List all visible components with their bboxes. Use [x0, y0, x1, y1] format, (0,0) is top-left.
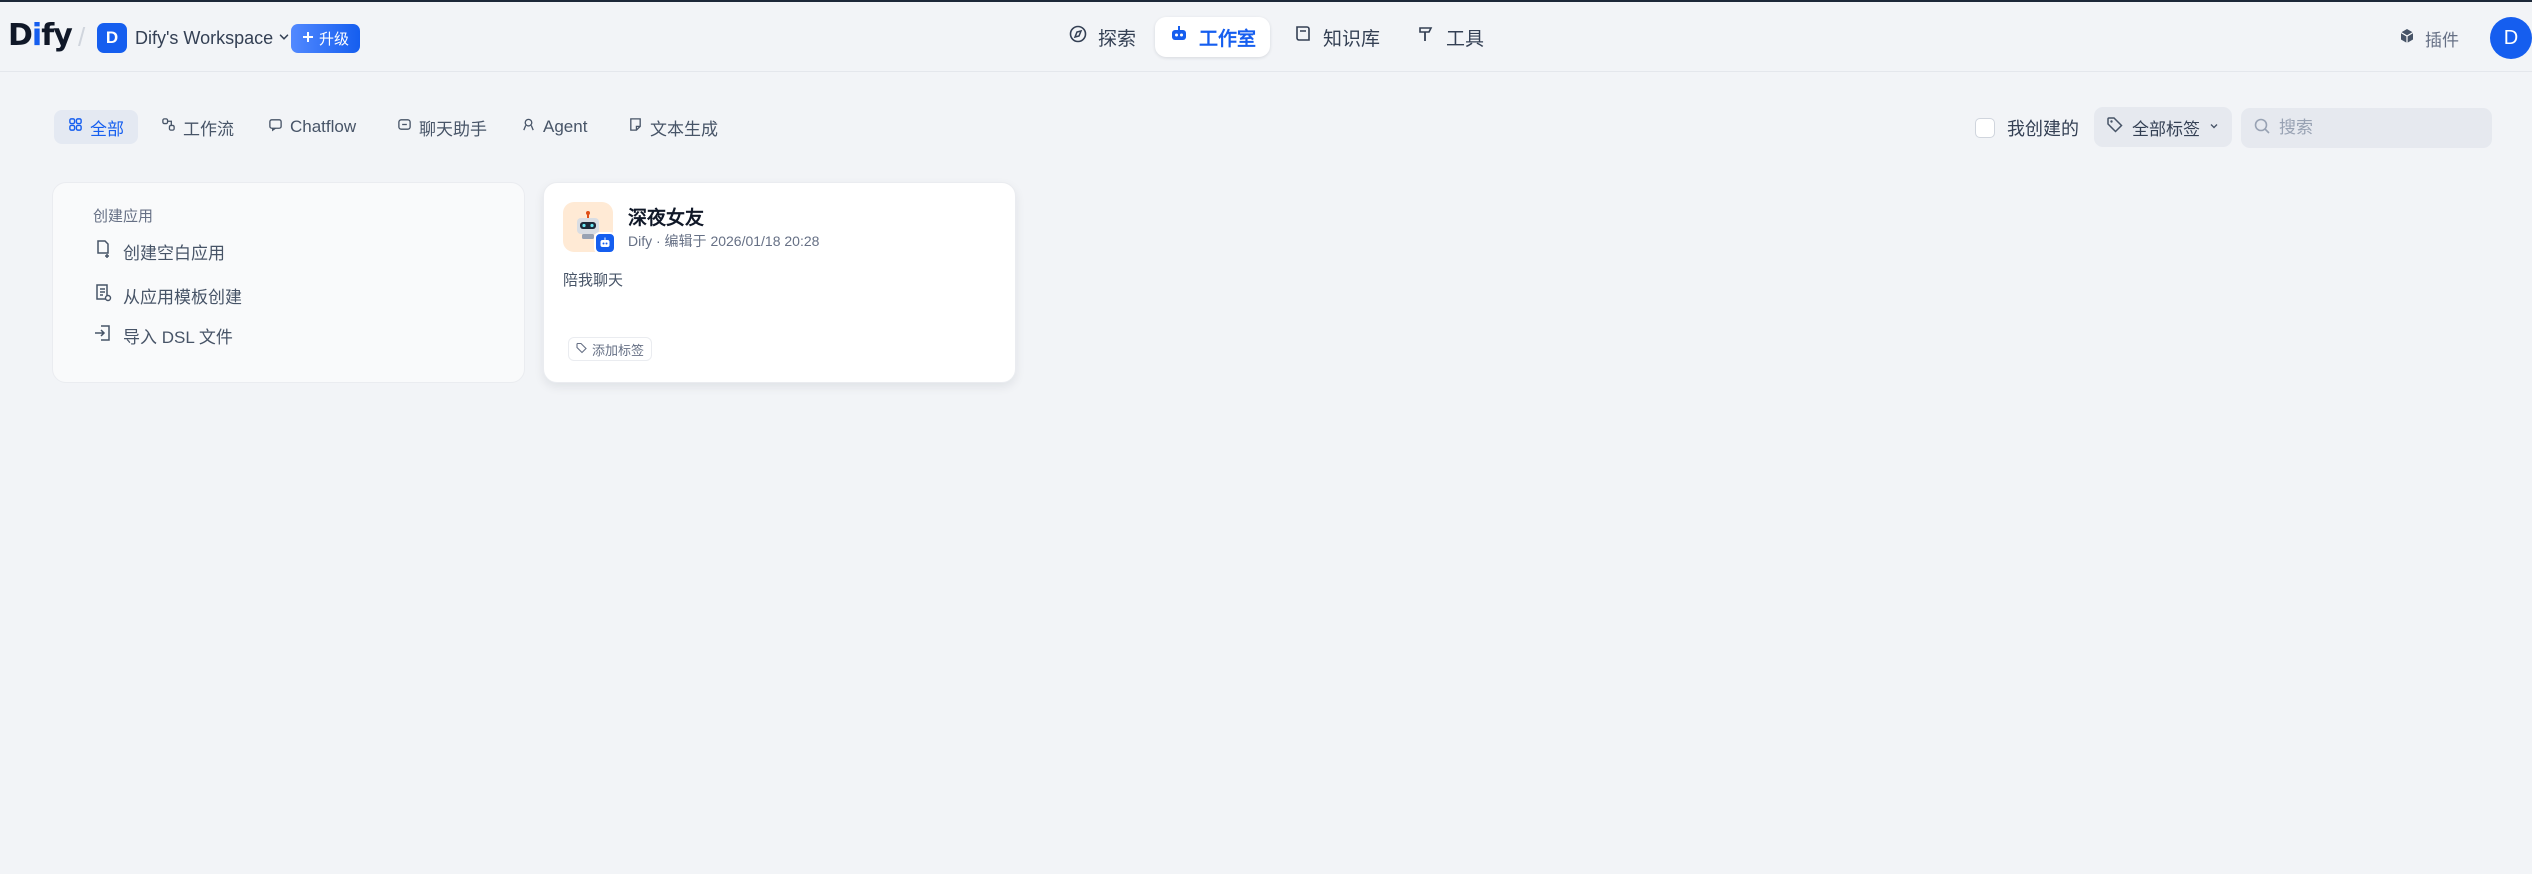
app-meta: Dify · 编辑于 2026/01/18 20:28: [628, 233, 820, 249]
tab-text-generation-label: 文本生成: [650, 119, 718, 139]
book-icon: [1293, 24, 1313, 50]
app-name: 深夜女友: [628, 208, 705, 229]
tab-agent[interactable]: Agent: [507, 110, 601, 144]
nav-tools-label: 工具: [1446, 28, 1485, 50]
tab-all-label: 全部: [90, 119, 124, 139]
sparkle-icon: [302, 30, 314, 47]
workspace-selector[interactable]: Dify's Workspace: [135, 23, 291, 53]
document-icon: [628, 117, 643, 137]
plugins-button[interactable]: 插件: [2398, 23, 2459, 53]
import-dsl-button[interactable]: 导入 DSL 文件: [93, 321, 233, 349]
tab-workflow-label: 工作流: [183, 119, 234, 139]
create-from-template-label: 从应用模板创建: [123, 287, 242, 307]
chat-bubble-icon: [268, 117, 283, 137]
tab-workflow[interactable]: 工作流: [147, 110, 248, 144]
tab-chatflow[interactable]: Chatflow: [254, 110, 370, 144]
create-blank-app-label: 创建空白应用: [123, 243, 225, 263]
agent-icon: [521, 117, 536, 137]
search-input[interactable]: [2279, 118, 2479, 138]
tag-filter-dropdown[interactable]: 全部标签: [2094, 107, 2232, 147]
created-by-me-filter[interactable]: 我创建的: [1975, 115, 2079, 141]
workspace-name: Dify's Workspace: [135, 28, 274, 48]
compass-icon: [1068, 24, 1088, 50]
tab-chatflow-label: Chatflow: [290, 117, 357, 136]
nav-knowledge-label: 知识库: [1323, 28, 1381, 50]
workspace-avatar[interactable]: D: [97, 23, 127, 53]
create-app-title: 创建应用: [93, 208, 154, 225]
app-description: 陪我聊天: [563, 272, 624, 289]
upgrade-label: 升级: [318, 31, 349, 48]
create-app-card: 创建应用 创建空白应用 从应用模板创建 导入 DSL 文件: [52, 182, 525, 383]
create-blank-app-button[interactable]: 创建空白应用: [93, 237, 225, 265]
chat-app-badge-icon: [594, 232, 616, 254]
cube-icon: [2398, 27, 2416, 50]
grid-icon: [68, 117, 83, 137]
created-by-me-label: 我创建的: [2007, 119, 2079, 139]
tab-agent-label: Agent: [543, 117, 588, 136]
nav-studio[interactable]: 工作室: [1155, 17, 1271, 57]
import-dsl-label: 导入 DSL 文件: [123, 327, 233, 347]
top-header: Dify / D Dify's Workspace 升级 探索 工作室 知识库 …: [0, 2, 2532, 72]
nav-knowledge[interactable]: 知识库: [1279, 17, 1394, 57]
chevron-down-icon: [2208, 117, 2220, 137]
create-from-template-button[interactable]: 从应用模板创建: [93, 281, 242, 309]
import-icon: [93, 323, 113, 348]
search-box[interactable]: [2241, 108, 2492, 148]
dify-logo[interactable]: Dify: [8, 16, 73, 56]
tab-chat-assistant[interactable]: 聊天助手: [383, 110, 501, 144]
add-tag-button[interactable]: 添加标签: [568, 337, 653, 361]
breadcrumb-separator: /: [78, 22, 86, 52]
tag-icon: [576, 342, 588, 357]
hammer-icon: [1416, 24, 1436, 50]
chevron-down-icon: [277, 23, 291, 53]
nav-tools[interactable]: 工具: [1402, 17, 1498, 57]
nav-studio-label: 工作室: [1199, 28, 1257, 50]
robot-icon: [1169, 24, 1189, 50]
file-plus-icon: [93, 239, 113, 264]
tab-all[interactable]: 全部: [54, 110, 138, 144]
app-card[interactable]: 深夜女友 Dify · 编辑于 2026/01/18 20:28 陪我聊天 添加…: [543, 182, 1016, 383]
user-avatar[interactable]: D: [2490, 17, 2532, 59]
nav-explore[interactable]: 探索: [1054, 17, 1150, 57]
tab-chat-assistant-label: 聊天助手: [419, 119, 487, 139]
workflow-icon: [161, 117, 176, 137]
tag-icon: [2106, 116, 2124, 139]
upgrade-button[interactable]: 升级: [291, 24, 360, 53]
nav-explore-label: 探索: [1098, 28, 1137, 50]
add-tag-label: 添加标签: [592, 342, 645, 358]
plugins-label: 插件: [2425, 30, 2459, 50]
tab-text-generation[interactable]: 文本生成: [614, 110, 732, 144]
created-by-me-checkbox[interactable]: [1975, 118, 1995, 138]
search-icon: [2253, 117, 2271, 140]
message-icon: [397, 117, 412, 137]
tag-filter-label: 全部标签: [2132, 119, 2200, 139]
template-icon: [93, 283, 113, 308]
